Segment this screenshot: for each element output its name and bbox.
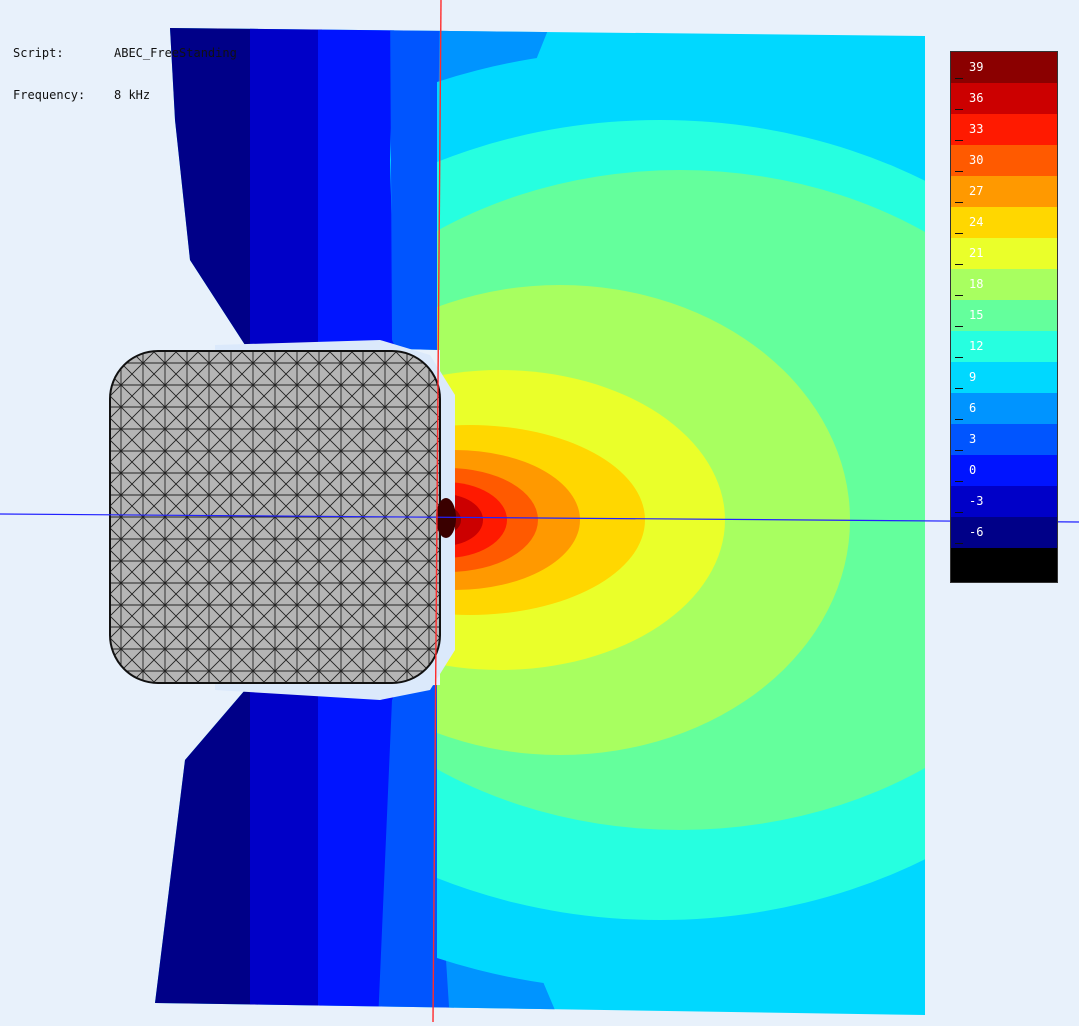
frequency-row: Frequency: 8 kHz	[13, 88, 237, 102]
script-row: Script: ABEC_FreeStanding	[13, 46, 237, 60]
legend-label: 9	[969, 370, 977, 384]
simulation-viewport[interactable]	[0, 0, 1079, 1023]
driver-dome	[436, 498, 456, 538]
legend-tick	[955, 171, 963, 172]
legend-swatch: 27	[951, 176, 1057, 207]
legend-label: 3	[969, 432, 977, 446]
legend-tick	[955, 419, 963, 420]
legend-swatch: 39	[951, 52, 1057, 83]
legend-tick	[955, 357, 963, 358]
legend-swatch: -3	[951, 486, 1057, 517]
legend-label: 0	[969, 463, 977, 477]
legend-swatch: 15	[951, 300, 1057, 331]
legend-label: -6	[969, 525, 984, 539]
legend-tick	[955, 543, 963, 544]
legend-tick	[955, 264, 963, 265]
legend-swatch: 33	[951, 114, 1057, 145]
legend-label: -3	[969, 494, 984, 508]
legend-swatch: 6	[951, 393, 1057, 424]
legend-tick	[955, 450, 963, 451]
legend-tick	[955, 233, 963, 234]
frequency-label: Frequency:	[13, 88, 86, 102]
legend-swatch: -6	[951, 517, 1057, 548]
legend-tick	[955, 326, 963, 327]
info-overlay: Script: ABEC_FreeStanding Frequency: 8 kHz	[13, 18, 237, 116]
legend-tick	[955, 481, 963, 482]
legend-swatch: 36	[951, 83, 1057, 114]
legend-label: 12	[969, 339, 984, 353]
legend-tick	[955, 202, 963, 203]
color-legend: 39 36 33 30 27 24 21 18 15 12 9 6 3 0 -3 -6	[950, 51, 1058, 583]
legend-tick	[955, 512, 963, 513]
legend-label: 39	[969, 60, 984, 74]
legend-label: 15	[969, 308, 984, 322]
legend-tick	[955, 78, 963, 79]
legend-swatch: 9	[951, 362, 1057, 393]
legend-label: 30	[969, 153, 984, 167]
legend-swatch: 21	[951, 238, 1057, 269]
legend-tick	[955, 295, 963, 296]
legend-label: 24	[969, 215, 984, 229]
legend-swatch: 30	[951, 145, 1057, 176]
script-value: ABEC_FreeStanding	[114, 46, 237, 60]
legend-label: 33	[969, 122, 984, 136]
script-label: Script:	[13, 46, 64, 60]
legend-swatch: 3	[951, 424, 1057, 455]
legend-label: 6	[969, 401, 977, 415]
legend-label: 36	[969, 91, 984, 105]
legend-swatch: 0	[951, 455, 1057, 486]
legend-swatch: 18	[951, 269, 1057, 300]
field-plot	[0, 0, 1079, 1023]
legend-swatch: 12	[951, 331, 1057, 362]
frequency-value: 8 kHz	[114, 88, 151, 102]
legend-label: 27	[969, 184, 984, 198]
legend-tick	[955, 388, 963, 389]
legend-swatch: 24	[951, 207, 1057, 238]
legend-label: 18	[969, 277, 984, 291]
legend-swatch	[951, 548, 1057, 582]
legend-tick	[955, 109, 963, 110]
legend-tick	[955, 140, 963, 141]
legend-label: 21	[969, 246, 984, 260]
